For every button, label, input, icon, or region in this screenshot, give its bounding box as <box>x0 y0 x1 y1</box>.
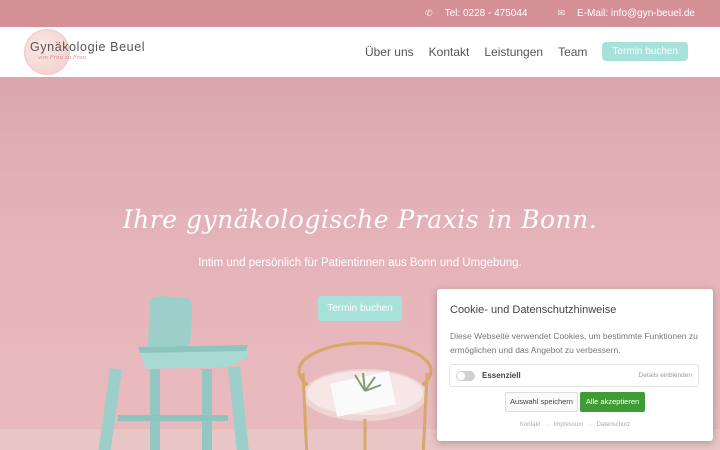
category-label: Essenziell <box>482 371 521 380</box>
link-separator: · <box>545 422 548 428</box>
link-separator: · <box>589 422 591 428</box>
cookie-dialog: Cookie- und Datenschutzhinweise Diese We… <box>437 289 713 441</box>
phone-text[interactable]: Tel: 0228 - 475044 <box>445 8 528 19</box>
details-link[interactable]: Details einblenden <box>639 372 692 379</box>
phone-contact[interactable]: ✆ Tel: 0228 - 475044 <box>425 8 527 19</box>
contact-bar: ✆ Tel: 0228 - 475044 ✉ E-Mail: info@gyn-… <box>0 0 720 27</box>
main-nav: Über uns Kontakt Leistungen Team Termin … <box>350 42 688 61</box>
cookie-footer-links: Kontakt · Impressum · Datenschutz <box>437 422 713 428</box>
essential-toggle[interactable] <box>456 370 475 381</box>
cookie-description: Diese Webseite verwendet Cookies, um bes… <box>450 331 698 355</box>
link-kontakt[interactable]: Kontakt <box>520 422 540 428</box>
hero-headline: Ihre gynäkologische Praxis in Bonn. <box>122 205 598 234</box>
save-selection-button[interactable]: Auswahl speichern <box>505 392 578 412</box>
envelope-icon: ✉ <box>557 8 565 18</box>
hero-book-button[interactable]: Termin buchen <box>318 296 402 321</box>
site-header: Gynäkologie Beuel von Frau zu Frau Über … <box>0 27 720 77</box>
cookie-category-essential: Essenziell Details einblenden <box>449 364 699 387</box>
logo-subtitle: von Frau zu Frau <box>38 55 87 61</box>
side-table-image <box>297 341 433 450</box>
header-book-button[interactable]: Termin buchen <box>602 42 688 61</box>
email-text[interactable]: E-Mail: info@gyn-beuel.de <box>577 8 695 19</box>
email-contact[interactable]: ✉ E-Mail: info@gyn-beuel.de <box>557 8 695 19</box>
phone-icon: ✆ <box>425 8 433 18</box>
link-datenschutz[interactable]: Datenschutz <box>597 422 630 428</box>
bar-stool-image <box>98 296 250 450</box>
cookie-title: Cookie- und Datenschutzhinweise <box>450 304 617 316</box>
nav-item-team[interactable]: Team <box>558 45 587 59</box>
logo-title[interactable]: Gynäkologie Beuel <box>30 40 145 54</box>
link-impressum[interactable]: Impressum <box>554 422 584 428</box>
hero-subline: Intim und persönlich für Patientinnen au… <box>198 257 522 269</box>
nav-item-leistungen[interactable]: Leistungen <box>484 45 543 59</box>
accept-all-button[interactable]: Alle akzeptieren <box>580 392 645 412</box>
nav-item-kontakt[interactable]: Kontakt <box>429 45 470 59</box>
nav-item-ueber-uns[interactable]: Über uns <box>365 45 414 59</box>
